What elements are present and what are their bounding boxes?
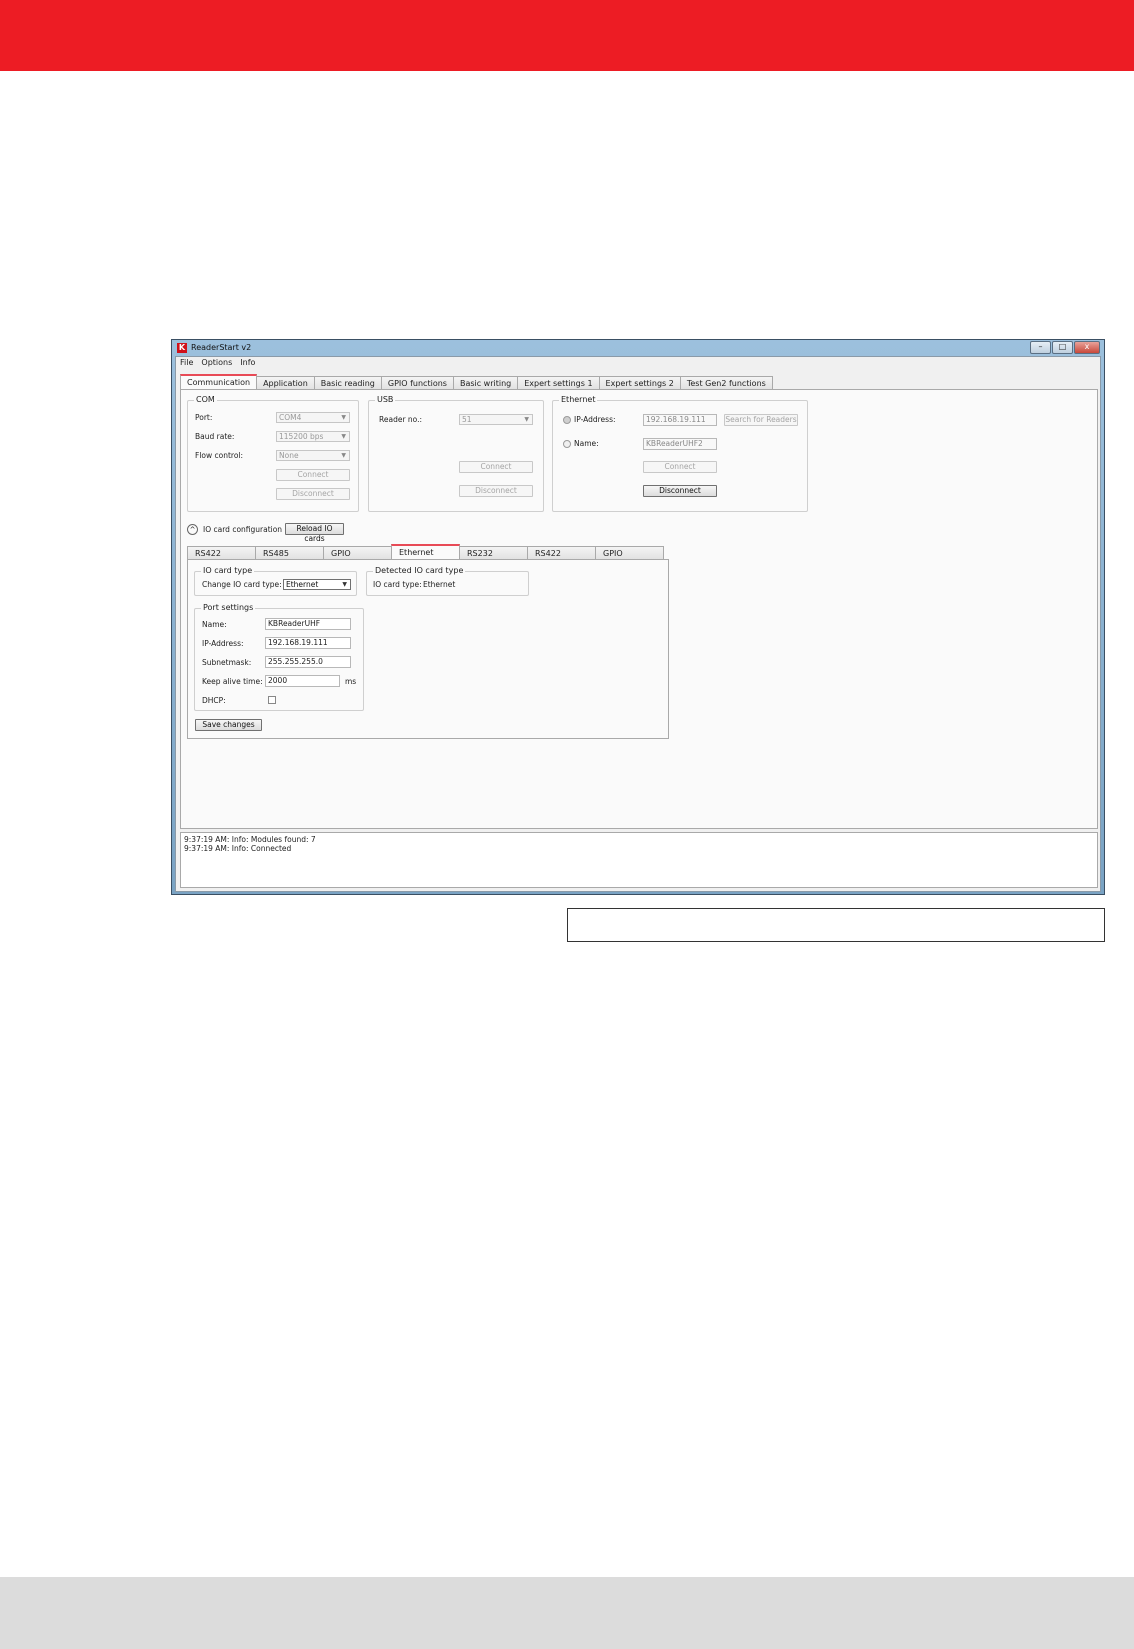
com-disconnect-button[interactable]: Disconnect — [276, 488, 350, 500]
chevron-down-icon: ▼ — [341, 433, 346, 440]
reader-no-select[interactable]: 51 ▼ — [459, 414, 533, 425]
usb-connect-button[interactable]: Connect — [459, 461, 533, 473]
com-connect-button[interactable]: Connect — [276, 469, 350, 481]
io-name-input[interactable]: KBReaderUHF — [265, 618, 351, 630]
ethernet-connect-button[interactable]: Connect — [643, 461, 717, 473]
usb-disconnect-button[interactable]: Disconnect — [459, 485, 533, 497]
ip-address-label: IP-Address: — [574, 415, 616, 424]
search-readers-button[interactable]: Search for Readers — [724, 414, 798, 426]
maximize-button[interactable]: □ — [1052, 341, 1073, 354]
app-window: K ReaderStart v2 – □ x File Options Info… — [171, 339, 1105, 895]
keep-alive-label: Keep alive time: — [202, 677, 263, 686]
dhcp-checkbox[interactable] — [268, 696, 276, 704]
ethernet-name-input[interactable]: KBReaderUHF2 — [643, 438, 717, 450]
tab-test-gen2-functions[interactable]: Test Gen2 functions — [679, 376, 773, 389]
tab-basic-reading[interactable]: Basic reading — [313, 376, 382, 389]
io-ip-label: IP-Address: — [202, 639, 244, 648]
chevron-down-icon: ▼ — [341, 452, 346, 459]
io-tabs: RS422 RS485 GPIO Ethernet RS232 RS422 GP… — [187, 544, 664, 559]
tab-basic-writing[interactable]: Basic writing — [452, 376, 519, 389]
io-card-type-group: IO card type Change IO card type: Ethern… — [194, 566, 357, 596]
reload-io-cards-button[interactable]: Reload IO cards — [285, 523, 344, 543]
tab-expert-settings-2[interactable]: Expert settings 2 — [598, 376, 681, 389]
window-title: ReaderStart v2 — [191, 343, 252, 352]
log-line: 9:37:19 AM: Info: Connected — [184, 844, 292, 853]
ethernet-group-label: Ethernet — [559, 395, 598, 404]
tab-expert-settings-1[interactable]: Expert settings 1 — [517, 376, 600, 389]
com-group: COM Port: COM4 ▼ Baud rate: 115200 bps ▼ F… — [187, 395, 359, 512]
save-changes-button[interactable]: Save changes — [195, 719, 262, 731]
usb-group-label: USB — [375, 395, 396, 404]
io-tab-gpio-2[interactable]: GPIO — [595, 546, 664, 559]
title-bar: K ReaderStart v2 – □ x — [172, 340, 1104, 356]
subnetmask-input[interactable]: 255.255.255.0 — [265, 656, 351, 668]
detected-type-value: Ethernet — [423, 580, 456, 589]
port-label: Port: — [195, 413, 213, 422]
name-radio[interactable] — [563, 440, 571, 448]
tab-application[interactable]: Application — [256, 376, 315, 389]
minimize-button[interactable]: – — [1030, 341, 1051, 354]
app-logo-icon: K — [177, 343, 187, 353]
detected-io-card-label: Detected IO card type — [373, 566, 466, 575]
keep-alive-input[interactable]: 2000 — [265, 675, 340, 687]
menu-bar: File Options Info — [176, 357, 1100, 369]
ethernet-name-label: Name: — [574, 439, 599, 448]
menu-options[interactable]: Options — [201, 357, 232, 369]
chevron-down-icon: ▼ — [341, 414, 346, 421]
chevron-down-icon: ▼ — [524, 416, 529, 423]
main-tabs: Communication Application Basic reading … — [180, 374, 773, 389]
io-tab-rs422-2[interactable]: RS422 — [527, 546, 596, 559]
communication-panel: COM Port: COM4 ▼ Baud rate: 115200 bps ▼ F… — [180, 389, 1098, 829]
io-tab-rs485[interactable]: RS485 — [255, 546, 324, 559]
menu-file[interactable]: File — [180, 357, 193, 369]
caption-box — [567, 908, 1105, 942]
change-io-card-type-label: Change IO card type: — [202, 580, 282, 589]
ethernet-disconnect-button[interactable]: Disconnect — [643, 485, 717, 497]
port-settings-label: Port settings — [201, 603, 256, 612]
ip-address-input[interactable]: 192.168.19.111 — [643, 414, 717, 426]
com-group-label: COM — [194, 395, 217, 404]
io-card-type-select[interactable]: Ethernet ▼ — [283, 579, 351, 590]
io-name-label: Name: — [202, 620, 227, 629]
tab-gpio-functions[interactable]: GPIO functions — [380, 376, 454, 389]
io-card-type-label: IO card type — [201, 566, 255, 575]
baud-rate-select[interactable]: 115200 bps ▼ — [276, 431, 350, 442]
io-ip-input[interactable]: 192.168.19.111 — [265, 637, 351, 649]
io-tab-rs422[interactable]: RS422 — [187, 546, 256, 559]
port-settings-group: Port settings Name: KBReaderUHF IP-Addre… — [194, 603, 364, 711]
io-tab-gpio[interactable]: GPIO — [323, 546, 392, 559]
port-select[interactable]: COM4 ▼ — [276, 412, 350, 423]
ethernet-group: Ethernet IP-Address: 192.168.19.111 Sear… — [552, 395, 808, 512]
log-line: 9:37:19 AM: Info: Modules found: 7 — [184, 835, 316, 844]
menu-info[interactable]: Info — [240, 357, 255, 369]
io-ethernet-panel: IO card type Change IO card type: Ethern… — [187, 559, 669, 739]
io-tab-rs232[interactable]: RS232 — [459, 546, 528, 559]
subnetmask-label: Subnetmask: — [202, 658, 252, 667]
tab-communication[interactable]: Communication — [180, 374, 258, 389]
dhcp-label: DHCP: — [202, 696, 226, 705]
detected-type-label: IO card type: — [373, 580, 422, 589]
io-config-label: IO card configuration — [203, 525, 283, 534]
flow-control-select[interactable]: None ▼ — [276, 450, 350, 461]
usb-group: USB Reader no.: 51 ▼ Connect Disconnect — [368, 395, 544, 512]
close-button[interactable]: x — [1074, 341, 1100, 354]
ip-address-radio[interactable] — [563, 416, 571, 424]
keep-alive-unit: ms — [345, 677, 357, 686]
chevron-down-icon: ▼ — [342, 581, 347, 588]
detected-io-card-group: Detected IO card type IO card type: Ethe… — [366, 566, 529, 596]
window-client: File Options Info Communication Applicat… — [175, 356, 1101, 892]
io-tab-ethernet[interactable]: Ethernet — [391, 544, 460, 559]
header-bar — [0, 0, 1134, 71]
baud-rate-label: Baud rate: — [195, 432, 235, 441]
reader-no-label: Reader no.: — [379, 415, 423, 424]
log-output[interactable]: 9:37:19 AM: Info: Modules found: 7 9:37:… — [180, 832, 1098, 888]
flow-control-label: Flow control: — [195, 451, 244, 460]
collapse-icon[interactable]: ^ — [187, 524, 198, 535]
footer-bar — [0, 1577, 1134, 1649]
